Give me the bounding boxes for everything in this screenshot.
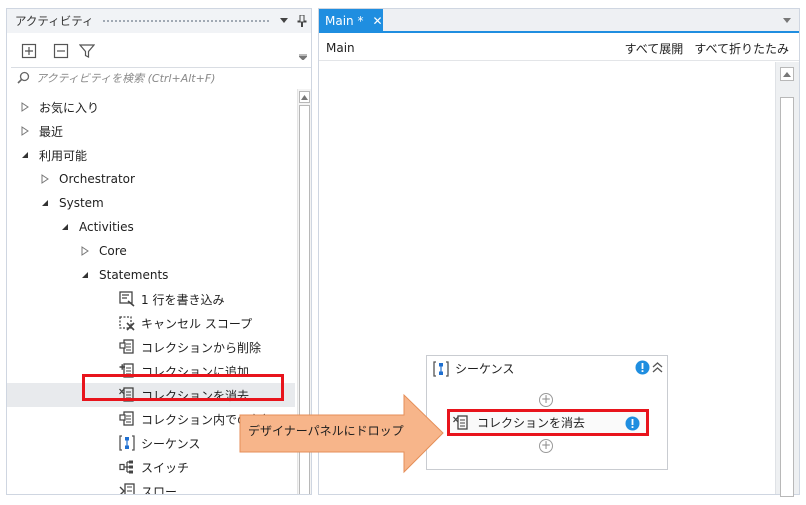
arrow-label: デザイナーパネルにドロップ [248,424,404,438]
